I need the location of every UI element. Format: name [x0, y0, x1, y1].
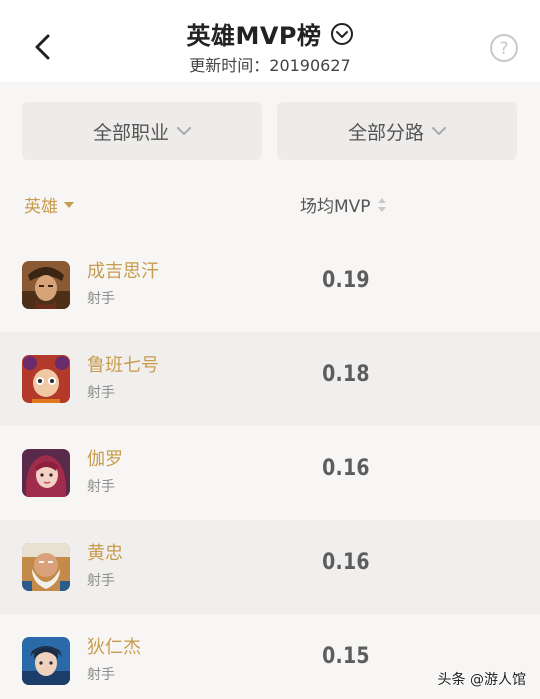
- sort-down-icon: [64, 201, 74, 208]
- sort-toggle-icon: [377, 197, 386, 212]
- mvp-column-sort[interactable]: 场均MVP: [300, 192, 387, 217]
- jialuo-avatar-icon: [22, 449, 70, 497]
- update-time: 更新时间：20190627: [189, 56, 351, 75]
- mvp-value: 0.15: [322, 644, 370, 669]
- hero-row[interactable]: 黄忠 射手 0.16: [0, 520, 540, 614]
- huangzhong-avatar-icon: [22, 543, 70, 591]
- hero-name: 成吉思汗: [87, 261, 159, 282]
- column-header: 英雄 场均MVP: [0, 180, 540, 238]
- lane-filter-label: 全部分路: [347, 121, 424, 144]
- hero-row[interactable]: 伽罗 射手 0.16: [0, 426, 540, 520]
- chevron-down-icon: [177, 127, 191, 135]
- hero-column-label: 英雄: [24, 197, 58, 217]
- hero-name: 伽罗: [87, 449, 123, 470]
- mvp-value: 0.16: [322, 456, 370, 481]
- lane-filter[interactable]: 全部分路: [277, 102, 517, 160]
- svg-text:?: ?: [499, 39, 508, 59]
- mvp-value: 0.18: [322, 362, 370, 387]
- profession-filter[interactable]: 全部职业: [22, 102, 262, 160]
- filter-bar: 全部职业 全部分路: [0, 82, 540, 180]
- luban-avatar-icon: [22, 355, 70, 403]
- title-dropdown[interactable]: 英雄MVP榜: [0, 16, 540, 51]
- hero-role: 射手: [87, 573, 115, 589]
- hero-list: 成吉思汗 射手 0.19 鲁班七号 射手 0.18 伽罗 射手 0.16 黄忠 …: [0, 238, 540, 699]
- hero-column-sort[interactable]: 英雄: [24, 192, 74, 217]
- hero-role: 射手: [87, 667, 115, 683]
- hero-row[interactable]: 成吉思汗 射手 0.19: [0, 238, 540, 332]
- hero-role: 射手: [87, 291, 115, 307]
- hero-name: 鲁班七号: [87, 355, 159, 376]
- hero-role: 射手: [87, 479, 115, 495]
- chevron-down-circle-icon: [330, 22, 353, 45]
- watermark: 头条 @游人馆: [437, 672, 526, 688]
- hero-row[interactable]: 鲁班七号 射手 0.18: [0, 332, 540, 426]
- page-title: 英雄MVP榜: [186, 22, 322, 50]
- hero-name: 黄忠: [87, 543, 123, 564]
- direnjie-avatar-icon: [22, 637, 70, 685]
- hero-role: 射手: [87, 385, 115, 401]
- mvp-column-label: 场均MVP: [300, 197, 371, 217]
- profession-filter-label: 全部职业: [92, 121, 169, 144]
- mvp-value: 0.19: [322, 268, 370, 293]
- top-bar: 英雄MVP榜 更新时间：20190627 ?: [0, 0, 540, 82]
- help-icon[interactable]: ?: [489, 33, 519, 63]
- genghis-khan-avatar-icon: [22, 261, 70, 309]
- mvp-value: 0.16: [322, 550, 370, 575]
- chevron-down-icon: [432, 127, 446, 135]
- hero-name: 狄仁杰: [87, 637, 141, 658]
